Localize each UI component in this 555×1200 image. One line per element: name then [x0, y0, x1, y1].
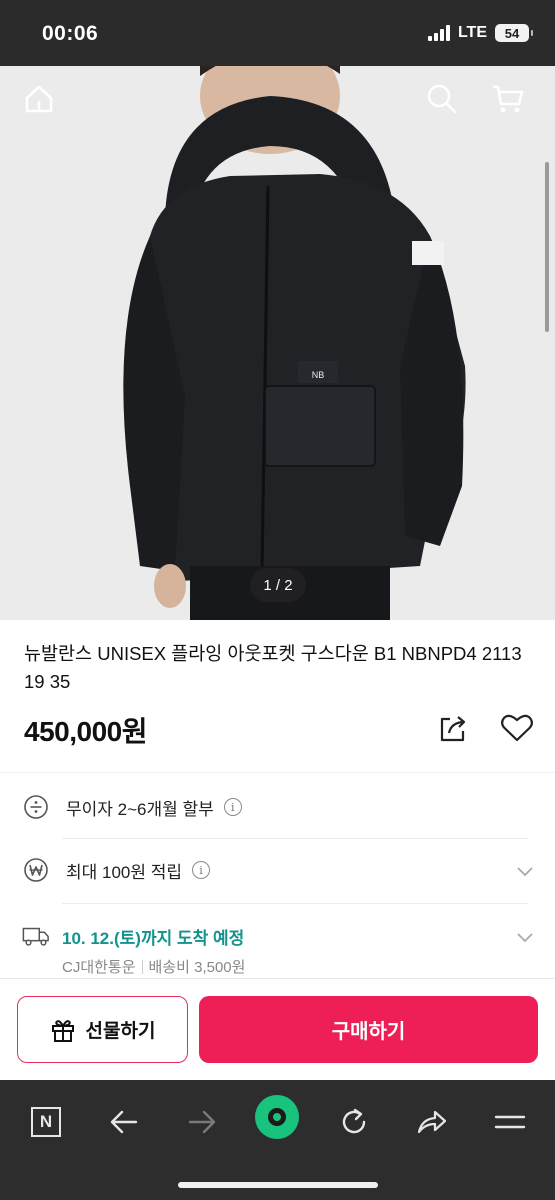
- divide-icon: [22, 793, 50, 821]
- green-dot-icon: [268, 1108, 286, 1126]
- delivery-row[interactable]: 10. 12.(토)까지 도착 예정: [22, 922, 534, 950]
- top-nav: [0, 66, 555, 136]
- share-button[interactable]: [437, 712, 469, 744]
- signal-icon: [427, 25, 450, 41]
- back-button[interactable]: [102, 1100, 146, 1144]
- battery-icon: 54: [495, 24, 533, 42]
- battery-level: 54: [504, 25, 520, 41]
- naver-label: N: [39, 1112, 53, 1131]
- purchase-bar: 선물하기 구매하기: [0, 978, 555, 1080]
- info-icon[interactable]: i: [192, 861, 211, 879]
- chevron-down-icon[interactable]: [516, 928, 534, 946]
- product-photo: NB: [0, 66, 555, 620]
- cart-button[interactable]: [491, 82, 525, 116]
- gift-label: 선물하기: [85, 1021, 156, 1042]
- heart-icon: [501, 714, 533, 742]
- divider: [0, 772, 555, 773]
- product-image-carousel[interactable]: NB 1 / 2: [0, 66, 555, 620]
- info-icon[interactable]: i: [223, 798, 242, 816]
- installment-row[interactable]: 무이자 2~6개월 할부 i: [22, 793, 534, 821]
- carrier-name: CJ대한통운: [62, 959, 136, 976]
- status-bar: 00:06 LTE 54: [0, 0, 555, 66]
- gift-icon: [51, 1019, 74, 1042]
- gift-button[interactable]: 선물하기: [17, 996, 188, 1063]
- carrier-info: CJ대한통운 배송비 3,500원: [62, 956, 245, 977]
- status-indicators: LTE 54: [427, 24, 533, 42]
- product-title: 뉴발란스 UNISEX 플라잉 아웃포켓 구스다운 B1 NBNPD4 2113…: [24, 643, 522, 692]
- svg-text:NB: NB: [312, 370, 325, 380]
- naver-button[interactable]: N: [24, 1100, 68, 1144]
- share-icon: [440, 716, 466, 742]
- share-arrow-icon: [417, 1110, 447, 1134]
- home-icon: [25, 85, 53, 113]
- truck-icon: [22, 922, 50, 950]
- won-icon: [22, 856, 50, 884]
- green-dot-button[interactable]: [255, 1095, 299, 1139]
- points-row[interactable]: 최대 100원 적립 i: [22, 856, 534, 884]
- arrow-left-icon: [110, 1110, 138, 1134]
- refresh-button[interactable]: [332, 1100, 376, 1144]
- cart-icon: [493, 85, 524, 113]
- product-price: 450,000원: [24, 716, 147, 747]
- naver-icon: N: [31, 1107, 61, 1137]
- arrow-right-icon: [188, 1110, 216, 1134]
- search-button[interactable]: [425, 82, 459, 116]
- home-indicator[interactable]: [178, 1182, 378, 1188]
- search-icon: [427, 84, 457, 114]
- status-time: 00:06: [42, 22, 99, 45]
- chevron-down-icon[interactable]: [516, 862, 534, 880]
- refresh-icon: [342, 1108, 366, 1134]
- shipping-fee: 배송비 3,500원: [148, 959, 246, 976]
- scroll-indicator[interactable]: [545, 162, 549, 332]
- points-text: 최대 100원 적립: [66, 862, 183, 882]
- network-label: LTE: [457, 24, 487, 41]
- divider: [62, 838, 528, 839]
- buy-button[interactable]: 구매하기: [199, 996, 538, 1063]
- image-counter: 1 / 2: [250, 568, 306, 602]
- menu-icon: [494, 1115, 526, 1129]
- divider: [62, 903, 528, 904]
- forward-button[interactable]: [180, 1100, 224, 1144]
- menu-button[interactable]: [488, 1100, 532, 1144]
- delivery-date: 10. 12.(토)까지 도착 예정: [62, 928, 245, 948]
- home-button[interactable]: [22, 82, 56, 116]
- like-button[interactable]: [500, 712, 534, 744]
- share-page-button[interactable]: [410, 1100, 454, 1144]
- installment-text: 무이자 2~6개월 할부: [66, 799, 214, 819]
